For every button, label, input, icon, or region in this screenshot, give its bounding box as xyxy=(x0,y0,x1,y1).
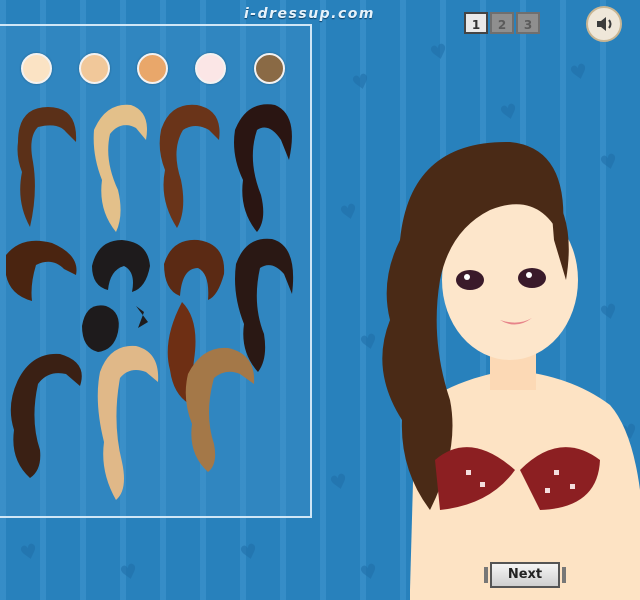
hair-option-5[interactable] xyxy=(2,235,82,305)
next-button[interactable]: Next xyxy=(484,562,566,588)
hair-option-11[interactable] xyxy=(4,350,88,480)
hair-option-3[interactable] xyxy=(155,100,225,230)
hair-option-2[interactable] xyxy=(86,100,152,235)
skin-tone-swatch-pale-pink[interactable] xyxy=(195,53,226,84)
sound-button[interactable] xyxy=(586,6,622,42)
hair-option-4[interactable] xyxy=(225,100,300,235)
hair-option-12[interactable] xyxy=(94,342,162,502)
page-selector: 1 2 3 xyxy=(462,12,540,34)
skin-tone-swatch-light[interactable] xyxy=(79,53,110,84)
doll-figure xyxy=(382,141,640,600)
page-1-button[interactable]: 1 xyxy=(464,12,488,34)
skin-tone-swatch-tan[interactable] xyxy=(137,53,168,84)
speaker-icon xyxy=(597,17,612,31)
hair-option-6[interactable] xyxy=(88,236,154,296)
site-logo: i-dressup.com xyxy=(244,6,376,22)
skin-tone-swatch-fair[interactable] xyxy=(21,53,52,84)
skin-tone-swatch-brown[interactable] xyxy=(254,53,285,84)
hair-option-13[interactable] xyxy=(180,344,260,474)
page-2-button[interactable]: 2 xyxy=(490,12,514,34)
page-3-button[interactable]: 3 xyxy=(516,12,540,34)
hair-option-1[interactable] xyxy=(8,102,80,232)
hair-option-7[interactable] xyxy=(158,234,230,304)
